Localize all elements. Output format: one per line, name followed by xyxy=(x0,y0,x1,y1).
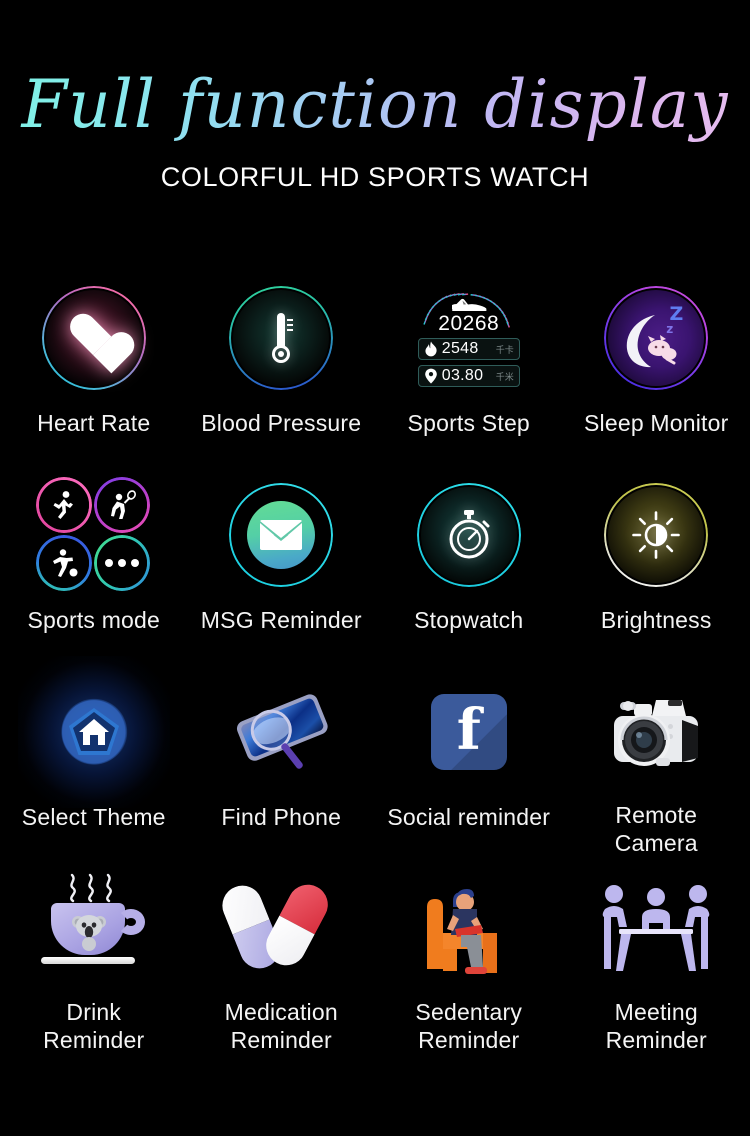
running-shoe-icon xyxy=(451,298,487,311)
flame-icon xyxy=(425,341,437,357)
sun-glyph xyxy=(632,511,681,559)
feature-label: Drink Reminder xyxy=(43,999,145,1053)
home-bloom-icon xyxy=(17,656,170,808)
feature-label: Blood Pressure xyxy=(201,410,362,436)
moon-sleep-icon: Z z xyxy=(604,286,708,390)
calories-value: 2548 xyxy=(441,340,479,357)
feature-label: Sports Step xyxy=(407,410,530,436)
sun-icon xyxy=(604,483,708,587)
sleep-monitor-art: Z z xyxy=(594,276,718,400)
steam-icon xyxy=(69,873,112,903)
z-letter-small: z xyxy=(666,322,674,336)
dslr-camera-icon xyxy=(614,700,699,766)
feature-label: Medication Reminder xyxy=(224,999,338,1053)
soccer-mode-icon xyxy=(36,535,92,591)
feature-remote-camera[interactable]: Remote Camera xyxy=(563,670,750,867)
heart-rate-art xyxy=(32,276,156,400)
heart-icon xyxy=(42,286,146,390)
feature-sports-step[interactable]: 20268 2548 千卡 03.80 千米 Sports Step xyxy=(375,276,563,473)
meeting-reminder-art xyxy=(594,867,718,991)
select-theme-art xyxy=(17,656,170,808)
blood-pressure-art xyxy=(219,276,343,400)
feature-drink-reminder[interactable]: Drink Reminder xyxy=(0,867,188,1064)
feature-brightness[interactable]: Brightness xyxy=(563,473,750,670)
thermometer-icon xyxy=(229,286,333,390)
find-phone-art xyxy=(219,670,343,794)
envelope-icon xyxy=(229,483,333,587)
msg-reminder-art xyxy=(219,473,343,597)
feature-grid: Heart Rate Blood Pressure 20268 2548 千卡 … xyxy=(0,276,750,1064)
cup-handle xyxy=(116,909,145,935)
stopwatch-glyph xyxy=(449,510,490,559)
page-title: Full function display xyxy=(16,72,735,148)
capsules-icon xyxy=(216,876,341,982)
feature-label: Social reminder xyxy=(387,804,551,830)
coffee-cup-icon xyxy=(35,873,153,985)
step-count: 20268 xyxy=(438,312,500,335)
facebook-f-glyph: f xyxy=(456,697,481,763)
calories-unit: 千卡 xyxy=(495,344,514,355)
saucer xyxy=(40,957,135,964)
sports-quad-icon xyxy=(36,477,152,593)
feature-sports-mode[interactable]: Sports mode xyxy=(0,473,188,670)
feature-msg-reminder[interactable]: MSG Reminder xyxy=(188,473,376,670)
feature-label: Find Phone xyxy=(221,804,342,830)
feature-sleep-monitor[interactable]: Z z Sleep Monitor xyxy=(563,276,750,473)
distance-pill: 03.80 千米 xyxy=(417,365,520,387)
feature-medication-reminder[interactable]: Medication Reminder xyxy=(188,867,376,1064)
feature-label: Stopwatch xyxy=(414,607,524,633)
feature-heart-rate[interactable]: Heart Rate xyxy=(0,276,188,473)
badminton-mode-icon xyxy=(94,477,150,533)
social-reminder-art: f xyxy=(407,670,531,794)
sleeping-animal-icon xyxy=(648,335,677,365)
phone-search-icon xyxy=(237,694,328,769)
feature-label: Brightness xyxy=(600,607,712,633)
feature-social-reminder[interactable]: f Social reminder xyxy=(375,670,563,867)
sedentary-reminder-art xyxy=(407,867,531,991)
feature-stopwatch[interactable]: Stopwatch xyxy=(375,473,563,670)
envelope-glyph xyxy=(260,520,303,550)
sports-mode-art xyxy=(32,473,156,597)
feature-find-phone[interactable]: Find Phone xyxy=(188,670,376,867)
home-glyph xyxy=(68,708,119,755)
calories-pill: 2548 千卡 xyxy=(417,338,520,360)
feature-blood-pressure[interactable]: Blood Pressure xyxy=(188,276,376,473)
location-pin-icon xyxy=(424,368,437,384)
meeting-table-icon xyxy=(602,885,710,971)
feature-select-theme[interactable]: Select Theme xyxy=(0,656,188,867)
page-root: { "header": { "title": "Full function di… xyxy=(0,0,750,1136)
feature-label: MSG Reminder xyxy=(200,607,362,633)
feature-label: Sports mode xyxy=(27,607,161,633)
more-modes-icon xyxy=(94,535,150,591)
runner-mode-icon xyxy=(36,477,92,533)
feature-label: Heart Rate xyxy=(37,410,151,436)
feature-label: Remote Camera xyxy=(614,802,698,856)
page-header: Full function display COLORFUL HD SPORTS… xyxy=(0,0,750,193)
feature-sedentary-reminder[interactable]: Sedentary Reminder xyxy=(375,867,563,1064)
feature-label: Sedentary Reminder xyxy=(415,999,523,1053)
stopwatch-art xyxy=(407,473,531,597)
feature-label: Sleep Monitor xyxy=(583,410,729,436)
drink-reminder-art xyxy=(32,867,156,991)
koala-icon xyxy=(71,915,106,951)
feature-label: Meeting Reminder xyxy=(605,999,707,1053)
remote-camera-art xyxy=(594,670,718,794)
facebook-icon: f xyxy=(430,694,507,770)
feature-meeting-reminder[interactable]: Meeting Reminder xyxy=(563,867,750,1064)
stopwatch-icon xyxy=(417,483,521,587)
step-gauge-icon: 20268 2548 千卡 03.80 千米 xyxy=(407,276,531,400)
sports-step-art: 20268 2548 千卡 03.80 千米 xyxy=(407,276,531,400)
medication-reminder-art xyxy=(216,867,343,991)
brightness-art xyxy=(594,473,718,597)
sitting-person-icon xyxy=(426,889,497,974)
distance-value: 03.80 xyxy=(441,367,484,384)
distance-unit: 千米 xyxy=(495,371,514,382)
page-subtitle: COLORFUL HD SPORTS WATCH xyxy=(160,162,590,192)
